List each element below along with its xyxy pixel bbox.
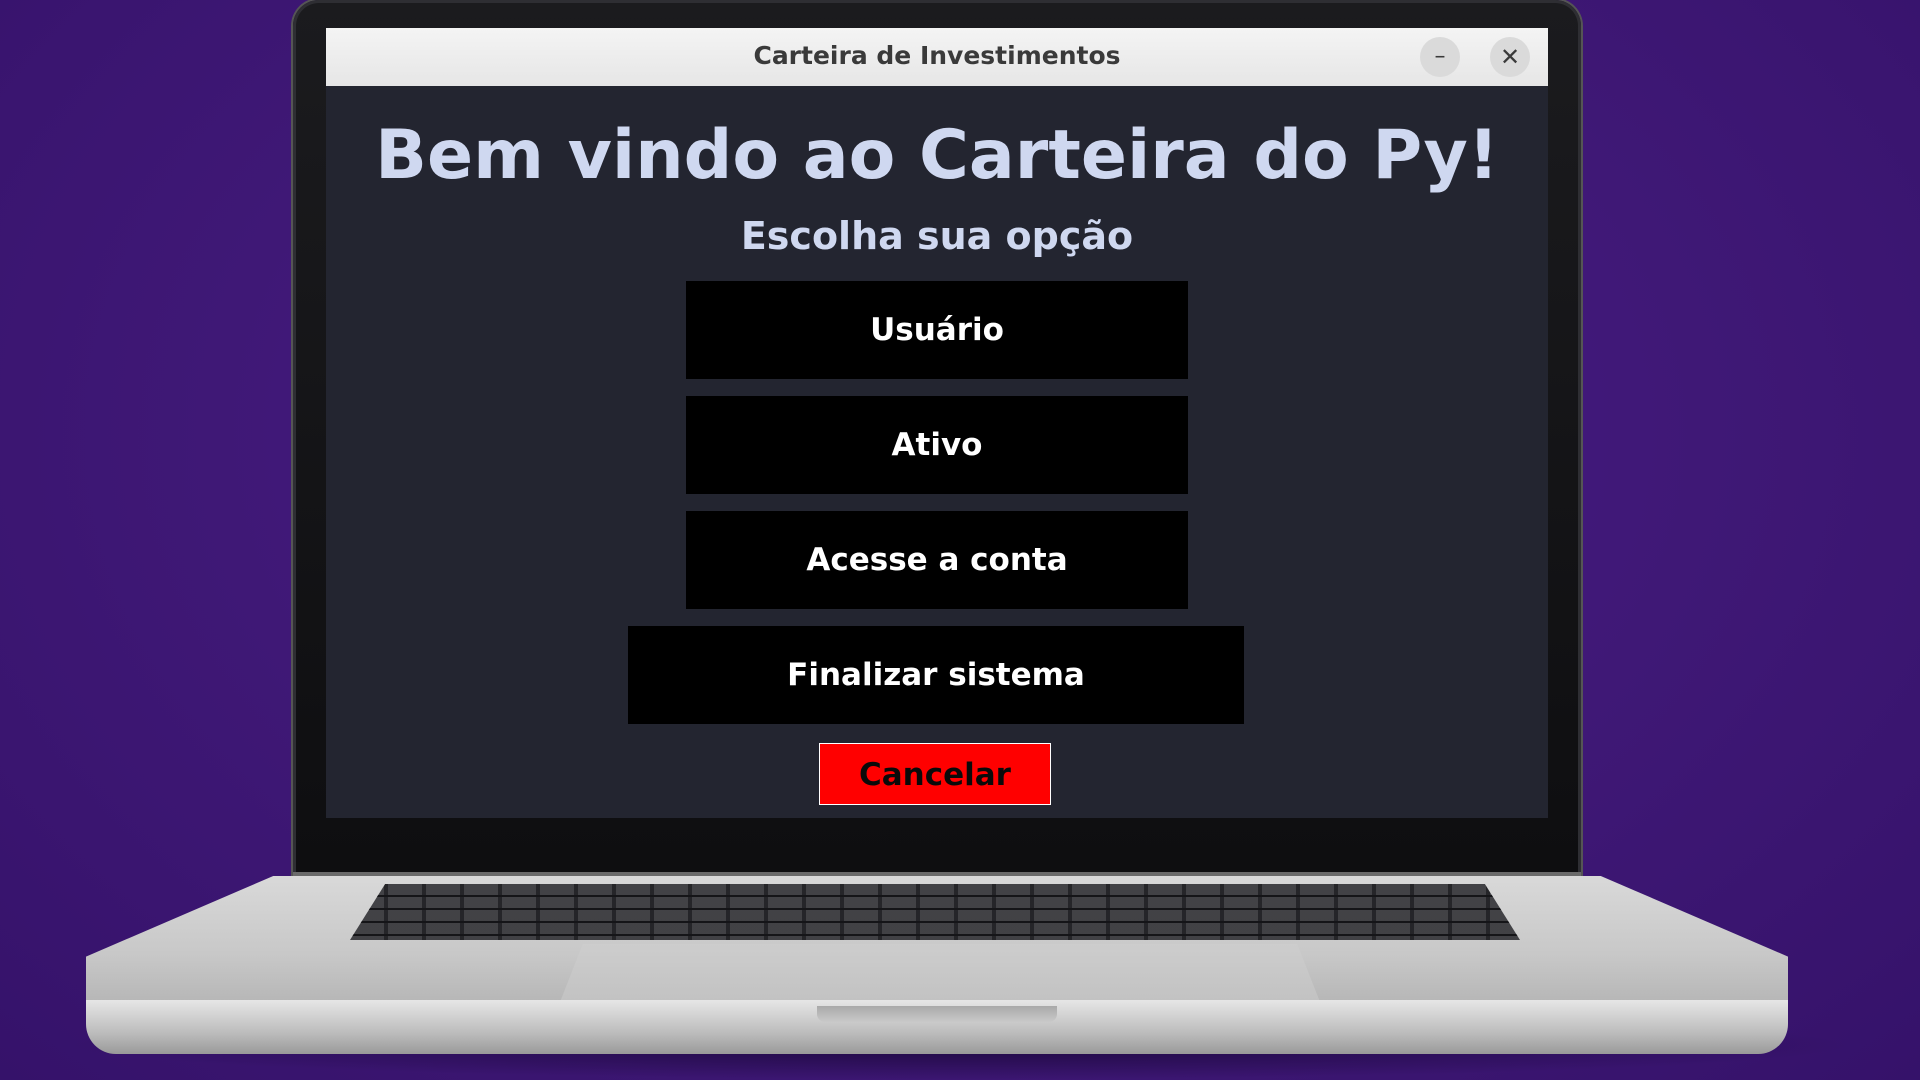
window-title: Carteira de Investimentos bbox=[753, 41, 1121, 70]
window-titlebar[interactable]: Carteira de Investimentos – ✕ bbox=[326, 28, 1548, 87]
app-window: Carteira de Investimentos – ✕ Bem vindo … bbox=[326, 28, 1548, 818]
minimize-button[interactable]: – bbox=[1420, 37, 1460, 77]
main-content: Bem vindo ao Carteira do Py! Escolha sua… bbox=[326, 86, 1548, 818]
usuario-button[interactable]: Usuário bbox=[686, 281, 1188, 379]
keyboard-rows bbox=[350, 884, 1520, 940]
ativo-button[interactable]: Ativo bbox=[686, 396, 1188, 494]
welcome-heading: Bem vindo ao Carteira do Py! bbox=[375, 116, 1499, 195]
minimize-icon: – bbox=[1434, 44, 1446, 69]
close-icon: ✕ bbox=[1499, 43, 1521, 71]
laptop-lid-notch bbox=[817, 1006, 1057, 1022]
finalizar-sistema-button[interactable]: Finalizar sistema bbox=[628, 626, 1244, 724]
close-button[interactable]: ✕ bbox=[1490, 37, 1530, 77]
desktop-background: Carteira de Investimentos – ✕ Bem vindo … bbox=[0, 0, 1920, 1080]
cancelar-button[interactable]: Cancelar bbox=[819, 743, 1051, 805]
laptop-trackpad bbox=[560, 944, 1320, 1002]
options-subtitle: Escolha sua opção bbox=[740, 214, 1134, 258]
acesse-conta-button[interactable]: Acesse a conta bbox=[686, 511, 1188, 609]
